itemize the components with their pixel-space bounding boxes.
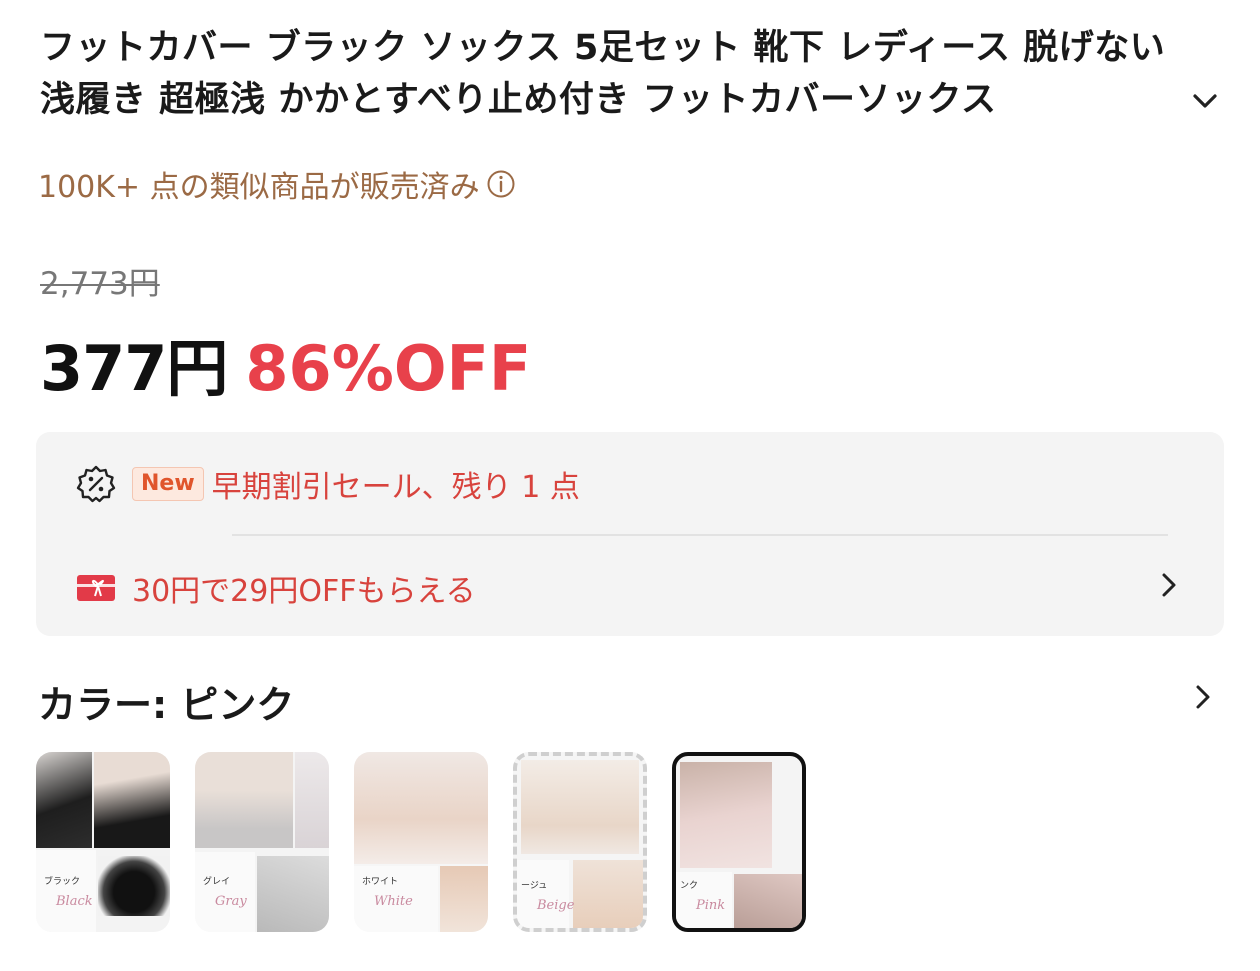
- new-badge: New: [132, 467, 204, 501]
- color-swatch-beige[interactable]: ージュ Beige: [513, 752, 647, 932]
- swatch-photo: [98, 856, 170, 916]
- coupon-icon: [77, 575, 115, 601]
- swatch-label: ブラック: [44, 877, 81, 887]
- product-title: フットカバー ブラック ソックス 5足セット 靴下 レディース 脱げない 浅履き…: [40, 28, 1166, 120]
- current-price: 377円: [40, 332, 228, 405]
- swatch-photo: [94, 752, 170, 848]
- swatch-label: ージュ: [521, 881, 548, 891]
- sold-count: 100K+ 点の類似商品が販売済み: [38, 162, 516, 206]
- swatch-label: グレイ: [203, 877, 231, 887]
- coupon-text[interactable]: 30円で29円OFFもらえる: [132, 566, 476, 610]
- original-price: 2,773円: [40, 266, 160, 302]
- promotion-panel: New 早期割引セール、残り 1 点 30円で29円OFFもらえる: [36, 432, 1224, 636]
- swatch-photo: [521, 760, 639, 854]
- coupon-row[interactable]: 30円で29円OFFもらえる: [76, 566, 476, 610]
- color-swatch-black[interactable]: ブラック Black: [36, 752, 170, 932]
- swatch-photo: [195, 852, 255, 932]
- swatch-photo: [517, 860, 569, 928]
- color-swatch-pink[interactable]: ンク Pink: [672, 752, 806, 932]
- swatch-label: ンク: [680, 881, 699, 891]
- swatch-script: White: [374, 894, 413, 909]
- promo-divider: [232, 534, 1168, 536]
- swatch-photo: [573, 860, 643, 928]
- price-row: 377円 86%OFF: [40, 318, 531, 408]
- color-label: カラー: ピンク: [38, 683, 295, 727]
- swatch-photo: [257, 856, 329, 932]
- swatch-photo: [734, 874, 802, 928]
- swatch-script: Pink: [696, 898, 726, 913]
- color-swatch-white[interactable]: ホワイト White: [354, 752, 488, 932]
- swatch-photo: [36, 752, 92, 848]
- swatch-photo: [440, 866, 488, 932]
- product-title-area[interactable]: フットカバー ブラック ソックス 5足セット 靴下 レディース 脱げない 浅履き…: [40, 22, 1220, 126]
- chevron-right-icon[interactable]: [1156, 572, 1182, 598]
- swatch-photo: [195, 752, 293, 848]
- discount-percent: 86%OFF: [245, 332, 532, 405]
- title-fade: [1080, 74, 1190, 126]
- swatch-photo: [36, 850, 96, 932]
- swatch-script: Gray: [215, 894, 247, 909]
- color-swatch-gray[interactable]: グレイ Gray: [195, 752, 329, 932]
- chevron-right-icon[interactable]: [1190, 684, 1216, 710]
- info-icon[interactable]: [486, 169, 516, 199]
- swatch-photo: [354, 752, 488, 864]
- swatch-script: Beige: [537, 898, 575, 913]
- swatch-script: Black: [56, 894, 93, 909]
- sold-text: 100K+ 点の類似商品が販売済み: [38, 170, 480, 205]
- color-swatches: ブラック Black グレイ Gray ホワイト White ージュ Beige…: [36, 752, 806, 932]
- swatch-label: ホワイト: [362, 877, 399, 887]
- chevron-down-icon[interactable]: [1190, 86, 1220, 116]
- swatch-photo: [680, 762, 772, 868]
- swatch-photo: [295, 752, 329, 848]
- percent-badge-icon: [76, 465, 116, 503]
- early-sale-row: New 早期割引セール、残り 1 点: [76, 462, 580, 506]
- early-sale-text: 早期割引セール、残り 1 点: [211, 470, 580, 505]
